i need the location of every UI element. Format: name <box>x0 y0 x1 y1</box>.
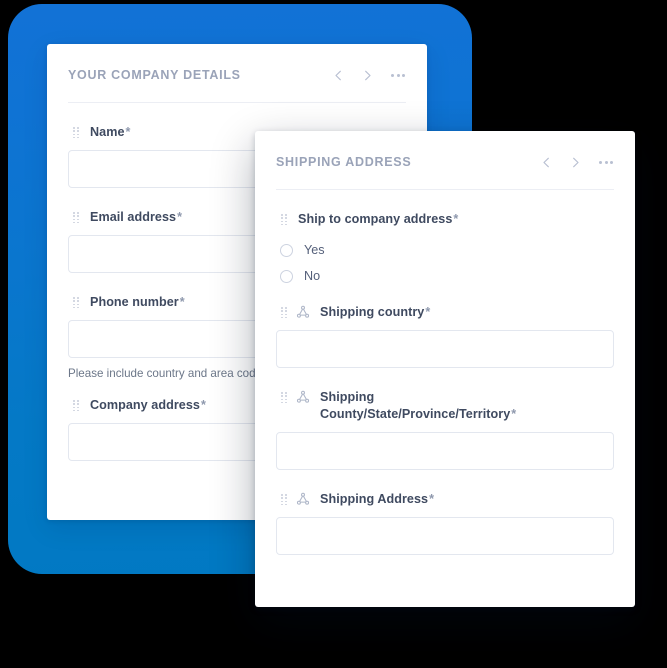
chevron-right-icon[interactable] <box>569 156 582 169</box>
hierarchy-node-icon <box>292 491 314 506</box>
required-marker: * <box>429 492 435 506</box>
drag-handle-icon[interactable] <box>68 294 84 309</box>
field-shipping-country: Shipping country* <box>276 283 614 368</box>
required-marker: * <box>511 407 517 421</box>
drag-handle-icon[interactable] <box>276 491 292 506</box>
chevron-left-icon[interactable] <box>332 69 345 82</box>
required-marker: * <box>179 295 185 309</box>
ellipsis-dot <box>391 73 394 77</box>
field-email-label-text: Email address <box>90 210 177 224</box>
ellipsis-dot <box>610 160 613 164</box>
shipping-address-header-actions <box>540 156 614 169</box>
field-shipping-address: Shipping Address* <box>276 470 614 555</box>
field-company-address-label-text: Company address <box>90 398 200 412</box>
field-shipping-region: Shipping County/State/Province/Territory… <box>276 368 614 470</box>
company-details-header-actions <box>332 69 406 82</box>
shipping-address-field-label-text: Shipping Address <box>320 492 429 506</box>
shipping-address-field-label: Shipping Address* <box>314 491 434 508</box>
ship-to-company-address-label-text: Ship to company address <box>298 212 453 226</box>
chevron-left-icon[interactable] <box>540 156 553 169</box>
shipping-region-input[interactable] <box>276 432 614 470</box>
required-marker: * <box>177 210 183 224</box>
radio-yes-indicator[interactable] <box>280 243 293 257</box>
ellipsis-dot <box>396 73 400 77</box>
shipping-address-label-row: Shipping Address* <box>276 491 614 508</box>
shipping-address-input[interactable] <box>276 517 614 555</box>
field-phone-label: Phone number* <box>84 294 185 311</box>
shipping-address-card-header: SHIPPING ADDRESS <box>276 131 614 189</box>
hierarchy-node-icon <box>292 304 314 319</box>
drag-handle-icon[interactable] <box>68 397 84 412</box>
chevron-right-icon[interactable] <box>361 69 374 82</box>
radio-option-yes[interactable]: Yes <box>276 228 614 257</box>
shipping-country-input[interactable] <box>276 330 614 368</box>
radio-no-indicator[interactable] <box>280 269 293 283</box>
company-details-card-header: YOUR COMPANY DETAILS <box>68 44 406 102</box>
required-marker: * <box>200 398 206 412</box>
shipping-country-label-text: Shipping country <box>320 305 425 319</box>
field-name-label: Name* <box>84 124 130 141</box>
ellipsis-dot <box>402 73 405 77</box>
ellipsis-dot <box>599 160 602 164</box>
ellipsis-icon[interactable] <box>390 70 406 81</box>
shipping-region-label-text: Shipping County/State/Province/Territory <box>320 390 511 421</box>
field-name-label-text: Name <box>90 125 125 139</box>
ship-to-company-address-label: Ship to company address* <box>292 211 458 228</box>
radio-yes-label: Yes <box>304 243 325 257</box>
radio-no-label: No <box>304 269 321 283</box>
ship-to-company-address-label-row: Ship to company address* <box>276 211 614 228</box>
screenshot-stage: YOUR COMPANY DETAILS Name* Email address… <box>0 0 667 668</box>
field-ship-to-company-address: Ship to company address* Yes No <box>276 190 614 283</box>
shipping-country-label: Shipping country* <box>314 304 430 321</box>
hierarchy-node-icon <box>292 389 314 404</box>
drag-handle-icon[interactable] <box>276 389 292 404</box>
company-details-title: YOUR COMPANY DETAILS <box>68 68 241 82</box>
drag-handle-icon[interactable] <box>276 211 292 226</box>
shipping-region-label: Shipping County/State/Province/Territory… <box>314 389 560 423</box>
required-marker: * <box>425 305 431 319</box>
drag-handle-icon[interactable] <box>68 209 84 224</box>
ellipsis-dot <box>604 160 608 164</box>
shipping-address-title: SHIPPING ADDRESS <box>276 155 412 169</box>
shipping-country-label-row: Shipping country* <box>276 304 614 321</box>
required-marker: * <box>125 125 131 139</box>
field-company-address-label: Company address* <box>84 397 206 414</box>
shipping-region-label-row: Shipping County/State/Province/Territory… <box>276 389 614 423</box>
field-phone-label-text: Phone number <box>90 295 179 309</box>
drag-handle-icon[interactable] <box>276 304 292 319</box>
field-email-label: Email address* <box>84 209 182 226</box>
drag-handle-icon[interactable] <box>68 124 84 139</box>
ellipsis-icon[interactable] <box>598 157 614 168</box>
shipping-address-card: SHIPPING ADDRESS Ship to company address… <box>255 131 635 607</box>
radio-option-no[interactable]: No <box>276 257 614 283</box>
required-marker: * <box>453 212 459 226</box>
